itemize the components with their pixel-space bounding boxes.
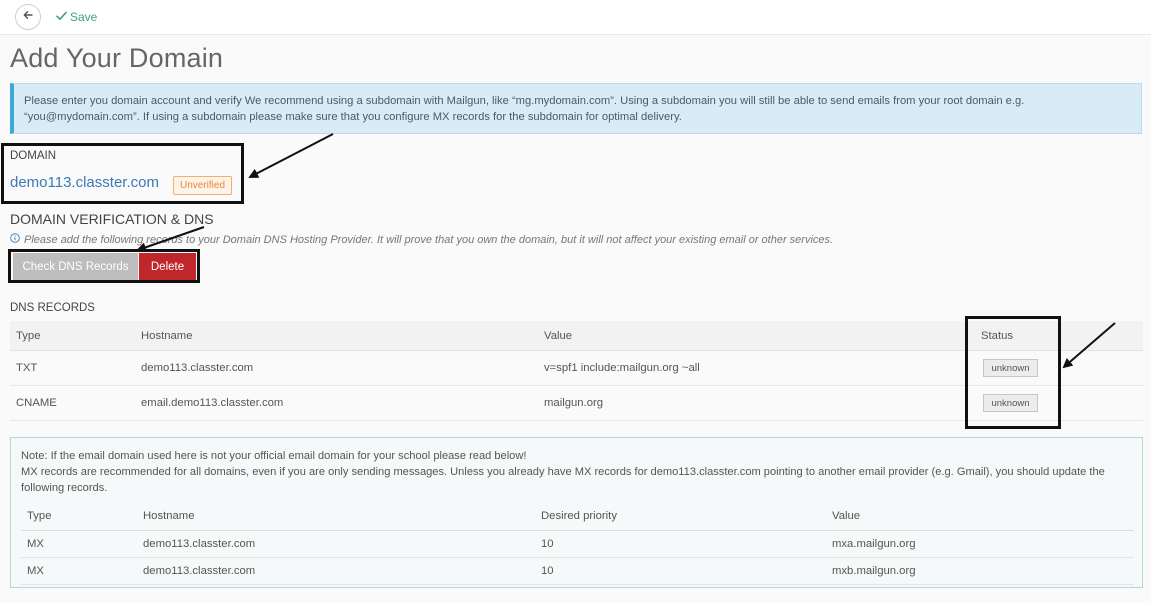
back-arrow-icon: [22, 8, 34, 26]
mx-hostname: demo113.classter.com: [137, 530, 535, 558]
checkmark-icon: [56, 10, 67, 24]
verification-title: DOMAIN VERIFICATION & DNS: [10, 211, 214, 227]
column-header-hostname: Hostname: [137, 502, 535, 531]
mx-priority: 10: [535, 530, 826, 558]
mx-type: MX: [21, 557, 137, 585]
table-row: MX demo113.classter.com 10 mxb.mailgun.o…: [21, 557, 1134, 585]
column-header-priority: Desired priority: [535, 502, 826, 531]
main-content: Add Your Domain Please enter you domain …: [0, 35, 1151, 603]
column-header-hostname: Hostname: [135, 321, 538, 351]
top-toolbar: Save: [0, 0, 1151, 35]
mx-note-line-1: Note: If the email domain used here is n…: [21, 450, 527, 462]
mx-value: mxb.mailgun.org: [826, 557, 1134, 585]
info-alert: Please enter you domain account and veri…: [10, 83, 1142, 134]
annotation-box-domain: [1, 143, 244, 204]
column-header-value: Value: [538, 321, 975, 351]
dns-records-label: DNS RECORDS: [10, 302, 95, 314]
save-label: Save: [70, 10, 98, 24]
mx-note-box: Note: If the email domain used here is n…: [10, 437, 1143, 588]
verification-hint: Please add the following records to your…: [10, 233, 833, 246]
mx-value: mxa.mailgun.org: [826, 530, 1134, 558]
annotation-box-buttons: [8, 249, 200, 283]
record-type: CNAME: [10, 385, 135, 421]
annotation-box-status: [965, 316, 1061, 429]
table-row: MX demo113.classter.com 10 mxa.mailgun.o…: [21, 530, 1134, 558]
table-header-row: Type Hostname Desired priority Value: [21, 502, 1134, 531]
mx-records-table: Type Hostname Desired priority Value MX …: [21, 502, 1134, 585]
column-header-type: Type: [21, 502, 137, 531]
record-value: v=spf1 include:mailgun.org ~all: [538, 350, 975, 386]
verification-hint-text: Please add the following records to your…: [24, 233, 834, 246]
record-hostname: demo113.classter.com: [135, 350, 538, 386]
info-alert-text: Please enter you domain account and veri…: [24, 95, 1025, 123]
column-header-type: Type: [10, 321, 135, 351]
mx-type: MX: [21, 530, 137, 558]
mx-note-line-2: MX records are recommended for all domai…: [21, 466, 1105, 494]
page-title: Add Your Domain: [10, 43, 224, 73]
record-type: TXT: [10, 350, 135, 386]
mx-priority: 10: [535, 557, 826, 585]
column-header-value: Value: [826, 502, 1134, 531]
record-hostname: email.demo113.classter.com: [135, 385, 538, 421]
save-button[interactable]: Save: [56, 10, 97, 24]
back-button[interactable]: [15, 4, 41, 30]
record-value: mailgun.org: [538, 385, 975, 421]
mx-hostname: demo113.classter.com: [137, 557, 535, 585]
info-circle-icon: [10, 233, 20, 246]
